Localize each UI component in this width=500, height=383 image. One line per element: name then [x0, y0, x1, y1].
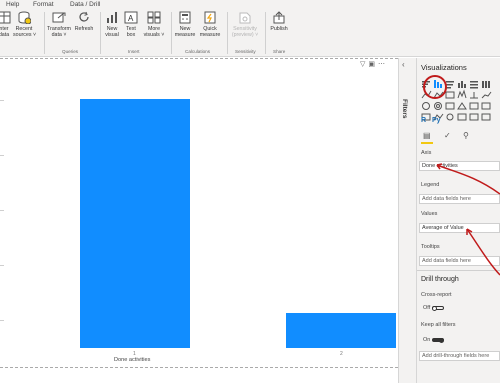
recent-sources-button[interactable]: Recent sources ˅ [13, 11, 36, 38]
sensitivity-button[interactable]: Sensitivity (preview) ˅ [229, 11, 261, 38]
tab-format[interactable]: Format [33, 0, 54, 9]
y-gridline [0, 100, 4, 101]
visual-border-top [0, 58, 398, 59]
y-gridline [0, 210, 4, 211]
cross-report-toggle[interactable] [432, 305, 444, 311]
ribbon: nter data Recent sources ˅ Transform dat… [0, 9, 500, 57]
values-field-well[interactable]: Average of Value [419, 223, 500, 233]
group-share-label: Share [273, 49, 286, 54]
keep-filters-toggle[interactable] [432, 337, 444, 343]
more-options-icon[interactable]: ⋯ [378, 61, 388, 68]
x-axis-title: Done activities [114, 357, 151, 363]
tab-data-drill[interactable]: Data / Drill [70, 0, 100, 9]
group-sensitivity-label: Sensitivity [235, 49, 256, 54]
group-queries-label: Queries [62, 49, 79, 54]
filters-label[interactable]: Filters [401, 99, 408, 119]
focus-mode-icon[interactable]: ▣ [368, 61, 378, 68]
legend-section-label: Legend [421, 182, 440, 188]
chevron-left-icon[interactable]: ‹ [402, 60, 405, 69]
y-gridline [0, 265, 4, 266]
ribbon-separator [171, 12, 172, 54]
visual-header-icons: ▽▣⋯ [360, 60, 388, 68]
x-tick-label: 2 [340, 351, 343, 357]
refresh-button[interactable]: Refresh [73, 11, 95, 32]
enter-data-button[interactable]: nter data [0, 11, 12, 38]
new-measure-button[interactable]: New measure [173, 11, 197, 38]
visualizations-title: Visualizations [421, 63, 467, 72]
format-paint-icon[interactable]: ✓ [444, 131, 451, 140]
drill-through-title: Drill through [421, 276, 459, 283]
ribbon-separator [44, 12, 45, 54]
ribbon-separator [227, 12, 228, 54]
new-visual-icon [105, 11, 119, 24]
tooltips-field-well[interactable]: Add data fields here [419, 256, 500, 266]
new-visual-button[interactable]: New visual [103, 11, 121, 38]
recent-sources-icon [17, 11, 32, 25]
bar-category-1[interactable] [80, 99, 190, 348]
y-gridline [0, 155, 4, 156]
annotation-circle [423, 75, 447, 99]
y-gridline [0, 320, 4, 321]
tooltips-section-label: Tooltips [421, 244, 440, 250]
ribbon-separator [100, 12, 101, 54]
refresh-icon [77, 11, 91, 24]
more-visuals-button[interactable]: More visuals ˅ [141, 11, 167, 38]
analytics-icon[interactable]: ⚲ [463, 131, 469, 140]
pane-divider [417, 270, 500, 271]
calculator-icon [178, 11, 192, 24]
more-visuals-icon [147, 11, 161, 24]
quick-measure-button[interactable]: Quick measure [197, 11, 223, 38]
python-visual-icon[interactable]: Py [432, 117, 441, 124]
group-calculations-label: Calculations [185, 49, 211, 54]
group-insert-label: Insert [128, 49, 140, 54]
fields-tab-icon[interactable]: ▤ [423, 131, 431, 140]
axis-section-label: Axis [421, 150, 432, 156]
table-icon [0, 11, 11, 24]
axis-field-well[interactable]: Done activities [419, 161, 500, 171]
legend-field-well[interactable]: Add data fields here [419, 194, 500, 204]
tab-help[interactable]: Help [6, 0, 19, 9]
text-box-icon: A [124, 11, 138, 24]
cross-report-label: Cross-report [421, 292, 452, 298]
publish-icon [272, 11, 286, 24]
quick-measure-icon [203, 11, 217, 24]
active-tab-indicator [421, 142, 433, 144]
transform-data-icon [52, 11, 66, 24]
keep-filters-state: On [423, 337, 431, 343]
ribbon-tab-bar: Help Format Data / Drill [0, 0, 500, 9]
svg-text:A: A [128, 14, 134, 23]
ribbon-separator [265, 12, 266, 54]
publish-button[interactable]: Publish [268, 11, 290, 32]
sensitivity-icon [238, 11, 252, 24]
keep-all-filters-label: Keep all filters [421, 322, 456, 328]
cross-report-state: Off [423, 305, 431, 311]
visual-border-bottom [0, 367, 398, 368]
r-script-icon[interactable]: R [421, 117, 426, 124]
transform-data-button[interactable]: Transform data ˅ [46, 11, 72, 38]
values-section-label: Values [421, 211, 438, 217]
drill-through-field-well[interactable]: Add drill-through fields here [419, 351, 500, 361]
text-box-button[interactable]: A Text box [123, 11, 139, 38]
bar-category-2[interactable] [286, 313, 396, 348]
